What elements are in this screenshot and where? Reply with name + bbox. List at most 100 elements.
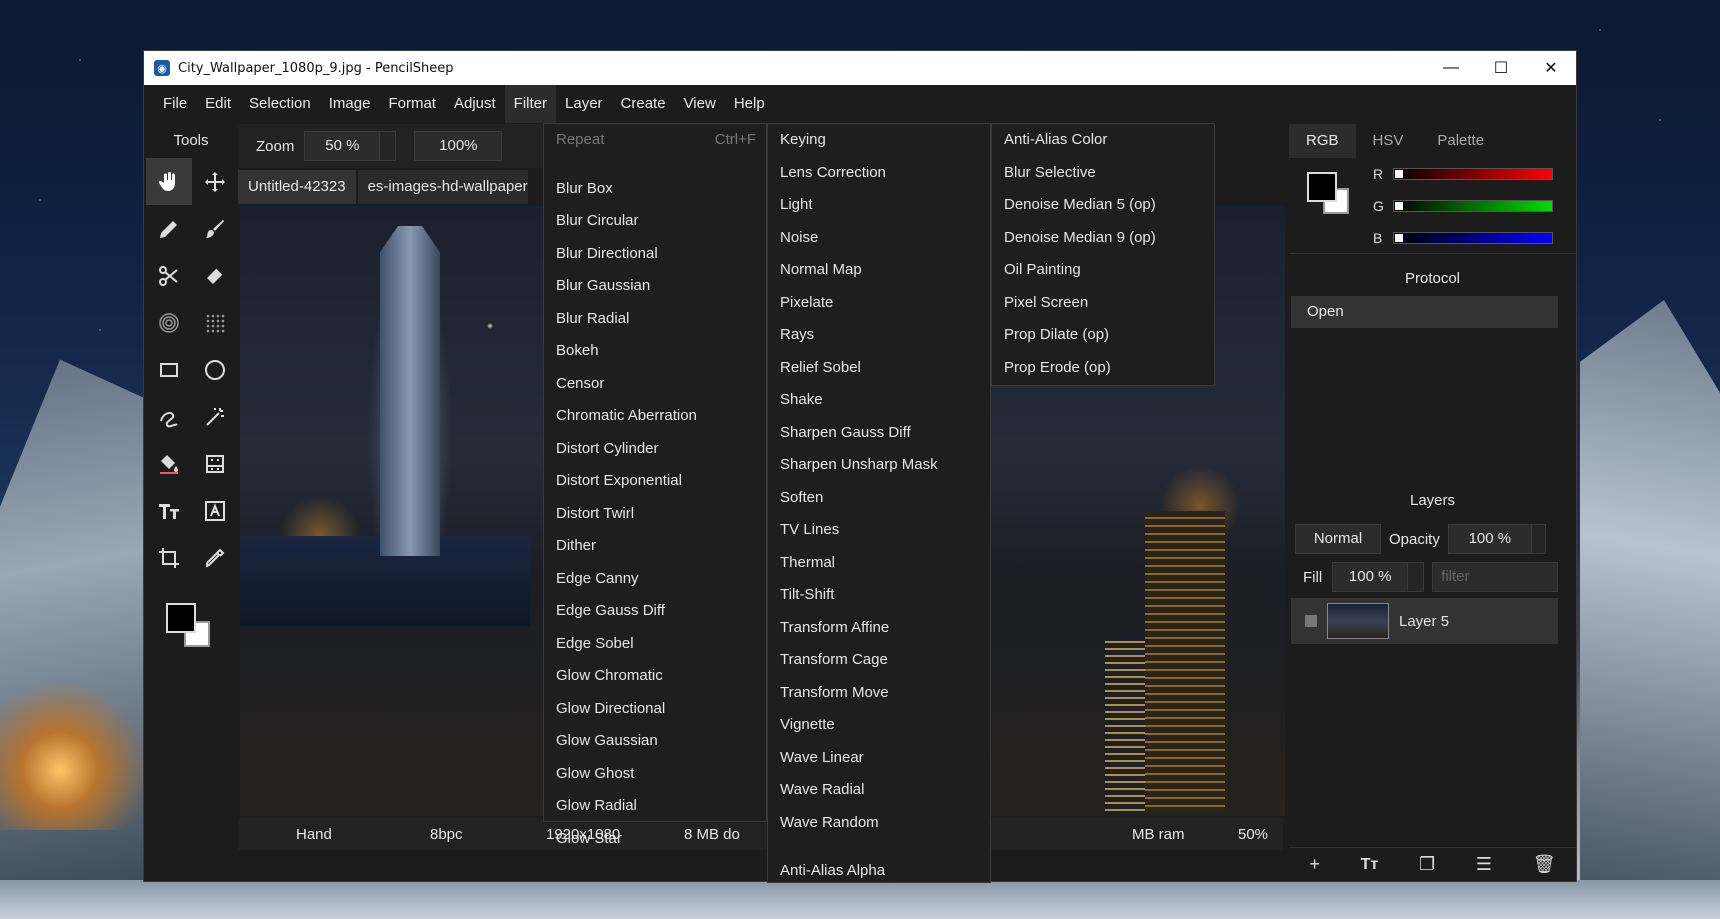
channel-r-slider[interactable] <box>1393 168 1553 180</box>
channel-g-slider[interactable] <box>1393 200 1553 212</box>
menu-selection[interactable]: Selection <box>240 85 320 123</box>
menu-item-glow-star[interactable]: Glow Star <box>544 823 766 856</box>
text-frame-tool-icon[interactable] <box>192 487 238 534</box>
menu-item-blur-circular[interactable]: Blur Circular <box>544 205 766 238</box>
menu-item-thermal[interactable]: Thermal <box>768 547 990 580</box>
menu-adjust[interactable]: Adjust <box>445 85 505 123</box>
menu-item-glow-directional[interactable]: Glow Directional <box>544 693 766 726</box>
menu-item-blur-gaussian[interactable]: Blur Gaussian <box>544 270 766 303</box>
add-text-layer-icon[interactable]: Tт <box>1361 856 1379 874</box>
menu-item-edge-sobel[interactable]: Edge Sobel <box>544 628 766 661</box>
menu-item-blur-box[interactable]: Blur Box <box>544 173 766 206</box>
layer-adjust-icon[interactable]: ☰ <box>1476 854 1492 875</box>
lasso-tool-icon[interactable] <box>146 393 192 440</box>
menu-item-oil-painting[interactable]: Oil Painting <box>992 254 1214 287</box>
menu-item-transform-move[interactable]: Transform Move <box>768 677 990 710</box>
noise-tool-icon[interactable] <box>192 299 238 346</box>
menu-item-censor[interactable]: Censor <box>544 368 766 401</box>
layer-visibility-checkbox[interactable] <box>1305 615 1317 627</box>
menu-item-lens-correction[interactable]: Lens Correction <box>768 157 990 190</box>
menu-item-dither[interactable]: Dither <box>544 530 766 563</box>
smudge-tool-icon[interactable] <box>146 299 192 346</box>
zoom-input[interactable]: 50 % <box>304 131 381 161</box>
menu-item-blur-radial[interactable]: Blur Radial <box>544 303 766 336</box>
layer-filter-input[interactable]: filter <box>1432 562 1559 592</box>
menu-help[interactable]: Help <box>725 85 774 123</box>
rectangle-tool-icon[interactable] <box>146 346 192 393</box>
menu-format[interactable]: Format <box>379 85 445 123</box>
gradient-tool-icon[interactable] <box>192 440 238 487</box>
layer-row[interactable]: Layer 5 <box>1291 598 1558 644</box>
blend-mode-select[interactable]: Normal <box>1295 524 1381 554</box>
text-tool-icon[interactable] <box>146 487 192 534</box>
eyedropper-tool-icon[interactable] <box>192 534 238 581</box>
menu-item-anti-alias-color[interactable]: Anti-Alias Color <box>992 124 1214 157</box>
menu-layer[interactable]: Layer <box>556 85 612 123</box>
magic-wand-tool-icon[interactable] <box>192 393 238 440</box>
menu-item-chromatic-aberration[interactable]: Chromatic Aberration <box>544 400 766 433</box>
menu-item-pixelate[interactable]: Pixelate <box>768 287 990 320</box>
add-layer-icon[interactable]: + <box>1309 854 1320 875</box>
channel-b-slider[interactable] <box>1393 232 1553 244</box>
menu-item-edge-gauss-diff[interactable]: Edge Gauss Diff <box>544 595 766 628</box>
menu-item-glow-ghost[interactable]: Glow Ghost <box>544 758 766 791</box>
menu-item-transform-affine[interactable]: Transform Affine <box>768 612 990 645</box>
rgb-color-swatch[interactable] <box>1307 172 1351 216</box>
delete-layer-icon[interactable]: 🗑 <box>1533 854 1556 875</box>
menu-item-prop-dilate[interactable]: Prop Dilate (op) <box>992 319 1214 352</box>
menu-item-tilt-shift[interactable]: Tilt-Shift <box>768 579 990 612</box>
minimize-button[interactable]: — <box>1426 51 1476 85</box>
tab-untitled[interactable]: Untitled-42323 <box>238 170 356 204</box>
crop-tool-icon[interactable] <box>146 534 192 581</box>
zoom-spinner[interactable] <box>380 131 397 161</box>
menu-item-transform-cage[interactable]: Transform Cage <box>768 644 990 677</box>
menu-item-repeat[interactable]: Repeat Ctrl+F <box>544 124 766 157</box>
maximize-button[interactable]: ☐ <box>1476 51 1526 85</box>
menu-item-rays[interactable]: Rays <box>768 319 990 352</box>
ellipse-tool-icon[interactable] <box>192 346 238 393</box>
menu-item-glow-radial[interactable]: Glow Radial <box>544 790 766 823</box>
fill-spinner[interactable] <box>1408 562 1425 592</box>
menu-item-wave-random[interactable]: Wave Random <box>768 807 990 840</box>
menu-item-normal-map[interactable]: Normal Map <box>768 254 990 287</box>
menu-item-glow-gaussian[interactable]: Glow Gaussian <box>544 725 766 758</box>
move-tool-icon[interactable] <box>192 158 238 205</box>
menu-edit[interactable]: Edit <box>196 85 240 123</box>
foreground-color-swatch[interactable] <box>166 603 196 633</box>
menu-item-wave-linear[interactable]: Wave Linear <box>768 742 990 775</box>
menu-file[interactable]: File <box>154 85 196 123</box>
tab-palette[interactable]: Palette <box>1420 124 1501 158</box>
tab-rgb[interactable]: RGB <box>1289 124 1356 158</box>
close-button[interactable]: ✕ <box>1526 51 1576 85</box>
menu-item-anti-alias-alpha[interactable]: Anti-Alias Alpha <box>768 855 990 888</box>
menu-item-relief-sobel[interactable]: Relief Sobel <box>768 352 990 385</box>
protocol-item[interactable]: Open <box>1291 296 1558 328</box>
fill-input[interactable]: 100 % <box>1332 562 1409 592</box>
menu-item-tv-lines[interactable]: TV Lines <box>768 514 990 547</box>
menu-item-soften[interactable]: Soften <box>768 482 990 515</box>
menu-item-distort-twirl[interactable]: Distort Twirl <box>544 498 766 531</box>
menu-item-keying[interactable]: Keying <box>768 124 990 157</box>
heal-tool-icon[interactable] <box>192 252 238 299</box>
menu-image[interactable]: Image <box>320 85 380 123</box>
menu-item-blur-directional[interactable]: Blur Directional <box>544 238 766 271</box>
menu-item-denoise-median-9[interactable]: Denoise Median 9 (op) <box>992 222 1214 255</box>
menu-item-pixel-screen[interactable]: Pixel Screen <box>992 287 1214 320</box>
hand-tool-icon[interactable] <box>146 158 192 205</box>
opacity-input[interactable]: 100 % <box>1447 524 1532 554</box>
menu-view[interactable]: View <box>675 85 725 123</box>
menu-item-bokeh[interactable]: Bokeh <box>544 335 766 368</box>
menu-item-denoise-median-5[interactable]: Denoise Median 5 (op) <box>992 189 1214 222</box>
menu-item-light[interactable]: Light <box>768 189 990 222</box>
menu-item-distort-cylinder[interactable]: Distort Cylinder <box>544 433 766 466</box>
menu-item-prop-erode[interactable]: Prop Erode (op) <box>992 352 1214 385</box>
menu-item-sharpen-unsharp-mask[interactable]: Sharpen Unsharp Mask <box>768 449 990 482</box>
tab-wallpaper[interactable]: es-images-hd-wallpaper-1 <box>357 170 528 204</box>
zoom-fit-button[interactable]: 100% <box>414 131 503 161</box>
menu-item-noise[interactable]: Noise <box>768 222 990 255</box>
menu-item-blur-selective[interactable]: Blur Selective <box>992 157 1214 190</box>
menu-filter[interactable]: Filter <box>504 85 557 123</box>
color-swatches[interactable] <box>166 603 226 663</box>
menu-item-wave-radial[interactable]: Wave Radial <box>768 774 990 807</box>
fill-tool-icon[interactable] <box>146 440 192 487</box>
